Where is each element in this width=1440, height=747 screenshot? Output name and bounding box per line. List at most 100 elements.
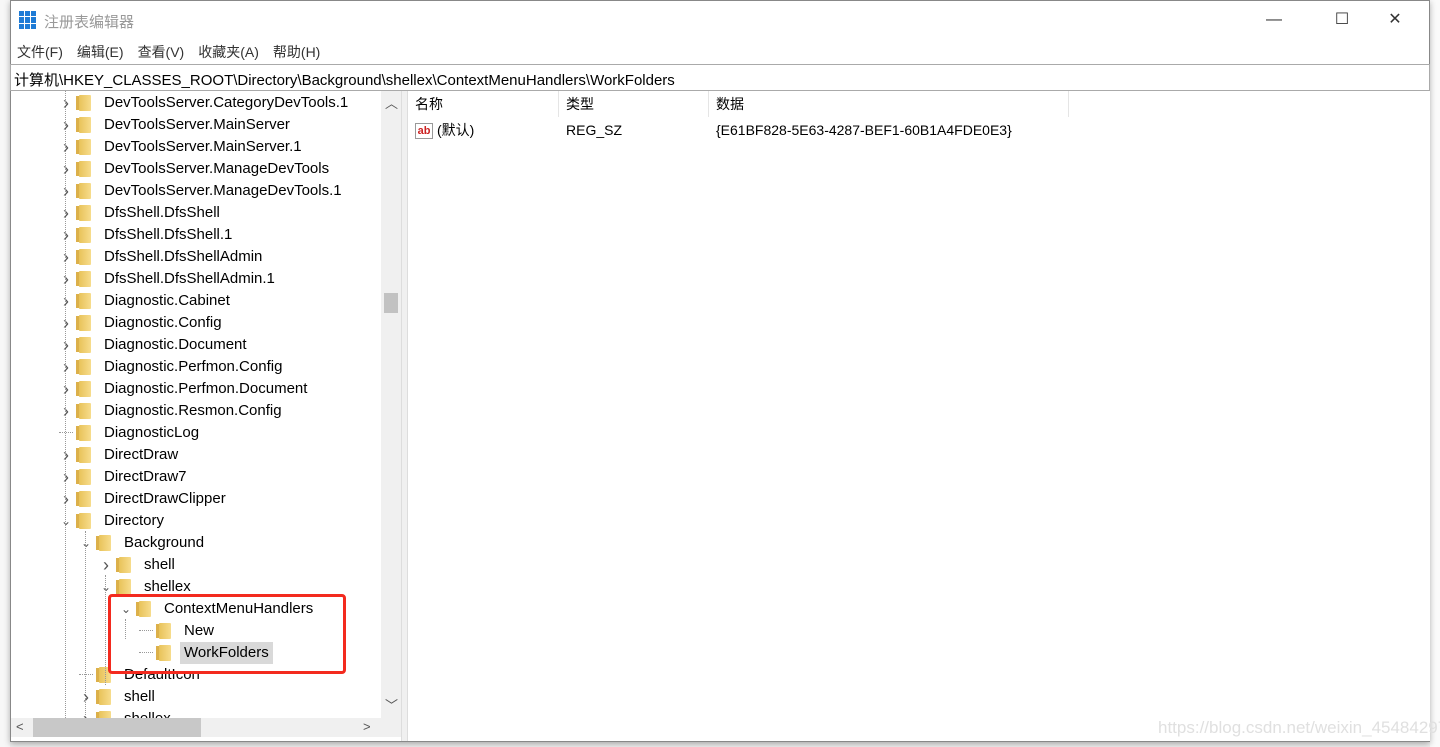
chevron-right-icon[interactable]: › <box>79 686 93 708</box>
chevron-right-icon[interactable]: › <box>59 466 73 488</box>
tree-horizontal-scrollbar[interactable]: < > <box>11 718 401 737</box>
tree-node[interactable]: › DirectDraw <box>59 444 182 466</box>
folder-icon <box>76 161 91 177</box>
tree-guide-line <box>105 575 106 685</box>
red-highlight-box <box>108 594 346 674</box>
chevron-right-icon[interactable]: › <box>59 136 73 158</box>
chevron-right-icon[interactable]: › <box>59 312 73 334</box>
chevron-down-icon[interactable]: ⌄ <box>59 510 73 532</box>
scroll-right-icon[interactable]: > <box>363 719 371 734</box>
chevron-right-icon[interactable]: › <box>59 334 73 356</box>
registry-editor-window: 注册表编辑器 — ☐ ✕ 文件(F) 编辑(E) 查看(V) 收藏夹(A) 帮助… <box>10 0 1430 742</box>
tree-vscroll-thumb[interactable] <box>384 293 398 313</box>
tree-line <box>79 664 93 675</box>
folder-icon <box>76 315 91 331</box>
tree-node[interactable]: › DevToolsServer.ManageDevTools.1 <box>59 180 346 202</box>
tree-vertical-scrollbar[interactable]: ︿ ﹀ <box>381 91 401 718</box>
tree-node[interactable]: › DevToolsServer.CategoryDevTools.1 <box>59 92 352 114</box>
menu-help[interactable]: 帮助(H) <box>267 39 326 63</box>
chevron-right-icon[interactable]: › <box>59 444 73 466</box>
tree-node-label: DirectDraw7 <box>104 468 187 485</box>
minimize-button[interactable]: — <box>1251 1 1297 39</box>
tree-line <box>59 422 73 433</box>
scroll-down-icon[interactable]: ﹀ <box>385 695 398 714</box>
folder-icon <box>76 425 91 441</box>
tree-node-label: shell <box>144 556 175 573</box>
folder-icon <box>96 535 111 551</box>
scroll-up-icon[interactable]: ︿ <box>385 93 398 112</box>
tree-node[interactable]: › DfsShell.DfsShell <box>59 202 224 224</box>
tree-node-label: DevToolsServer.ManageDevTools.1 <box>104 182 342 199</box>
folder-icon <box>76 491 91 507</box>
folder-icon <box>76 293 91 309</box>
tree-node[interactable]: › DevToolsServer.ManageDevTools <box>59 158 333 180</box>
chevron-right-icon[interactable]: › <box>59 356 73 378</box>
tree-hscroll-thumb[interactable] <box>33 718 201 737</box>
tree-node-label: Diagnostic.Perfmon.Config <box>104 358 283 375</box>
tree-node[interactable]: › Diagnostic.Perfmon.Document <box>59 378 311 400</box>
tree-node[interactable]: › shell <box>79 686 159 708</box>
folder-icon <box>76 117 91 133</box>
folder-icon <box>116 557 131 573</box>
chevron-right-icon[interactable]: › <box>59 224 73 246</box>
tree-node[interactable]: › DfsShell.DfsShellAdmin.1 <box>59 268 279 290</box>
pane-splitter[interactable] <box>401 91 408 741</box>
chevron-right-icon[interactable]: › <box>59 114 73 136</box>
chevron-right-icon[interactable]: › <box>79 708 93 718</box>
chevron-right-icon[interactable]: › <box>59 180 73 202</box>
value-data: {E61BF828-5E63-4287-BEF1-60B1A4FDE0E3} <box>716 122 1012 138</box>
menu-view[interactable]: 查看(V) <box>132 39 191 63</box>
tree-node[interactable]: › DirectDrawClipper <box>59 488 230 510</box>
tree-node[interactable]: › Diagnostic.Resmon.Config <box>59 400 286 422</box>
folder-icon <box>76 403 91 419</box>
menu-favorites[interactable]: 收藏夹(A) <box>192 39 265 63</box>
tree-node[interactable]: ⌄ Directory <box>59 510 168 532</box>
tree-node[interactable]: › Diagnostic.Cabinet <box>59 290 234 312</box>
tree-node[interactable]: › DirectDraw7 <box>59 466 191 488</box>
tree-node[interactable]: › Diagnostic.Config <box>59 312 226 334</box>
tree-guide-line <box>85 531 86 718</box>
address-bar[interactable]: 计算机\HKEY_CLASSES_ROOT\Directory\Backgrou… <box>10 64 1430 91</box>
tree-node[interactable]: › DevToolsServer.MainServer.1 <box>59 136 306 158</box>
registry-app-icon <box>19 11 37 29</box>
chevron-right-icon[interactable]: › <box>59 92 73 114</box>
window-title: 注册表编辑器 <box>44 14 135 31</box>
menu-file[interactable]: 文件(F) <box>11 39 69 63</box>
tree-node[interactable]: › Diagnostic.Document <box>59 334 251 356</box>
tree-node-label: DfsShell.DfsShellAdmin.1 <box>104 270 275 287</box>
menu-edit[interactable]: 编辑(E) <box>71 39 130 63</box>
chevron-right-icon[interactable]: › <box>59 290 73 312</box>
tree-guide-line <box>65 91 66 718</box>
tree-node[interactable]: ⌄ Background <box>79 532 208 554</box>
tree-node-label: Directory <box>104 512 165 529</box>
values-list: 名称 类型 数据 ab (默认) REG_SZ {E61BF828-5E63-42… <box>408 91 1430 741</box>
tree-node[interactable]: DiagnosticLog <box>59 422 203 444</box>
chevron-right-icon[interactable]: › <box>59 400 73 422</box>
chevron-right-icon[interactable]: › <box>59 158 73 180</box>
tree-node[interactable]: › DevToolsServer.MainServer <box>59 114 294 136</box>
tree-node-label: DirectDraw <box>104 446 179 463</box>
chevron-right-icon[interactable]: › <box>99 554 113 576</box>
folder-icon <box>76 469 91 485</box>
column-header-data[interactable]: 数据 <box>709 91 1069 117</box>
maximize-button[interactable]: ☐ <box>1319 1 1365 39</box>
tree-node-label: DfsShell.DfsShellAdmin <box>104 248 263 265</box>
tree-node[interactable]: › DfsShell.DfsShell.1 <box>59 224 236 246</box>
folder-icon <box>76 337 91 353</box>
chevron-down-icon[interactable]: ⌄ <box>79 532 93 554</box>
column-header-type[interactable]: 类型 <box>559 91 709 117</box>
folder-icon <box>96 689 111 705</box>
scroll-left-icon[interactable]: < <box>16 719 24 734</box>
tree-node[interactable]: › shellex <box>79 708 175 718</box>
folder-icon <box>76 139 91 155</box>
chevron-right-icon[interactable]: › <box>59 378 73 400</box>
close-button[interactable]: ✕ <box>1372 1 1418 39</box>
column-header-name[interactable]: 名称 <box>408 91 559 117</box>
chevron-right-icon[interactable]: › <box>59 246 73 268</box>
tree-node[interactable]: › Diagnostic.Perfmon.Config <box>59 356 286 378</box>
tree-node[interactable]: › DfsShell.DfsShellAdmin <box>59 246 266 268</box>
chevron-right-icon[interactable]: › <box>59 268 73 290</box>
chevron-right-icon[interactable]: › <box>59 488 73 510</box>
chevron-right-icon[interactable]: › <box>59 202 73 224</box>
tree-node[interactable]: › shell <box>99 554 179 576</box>
